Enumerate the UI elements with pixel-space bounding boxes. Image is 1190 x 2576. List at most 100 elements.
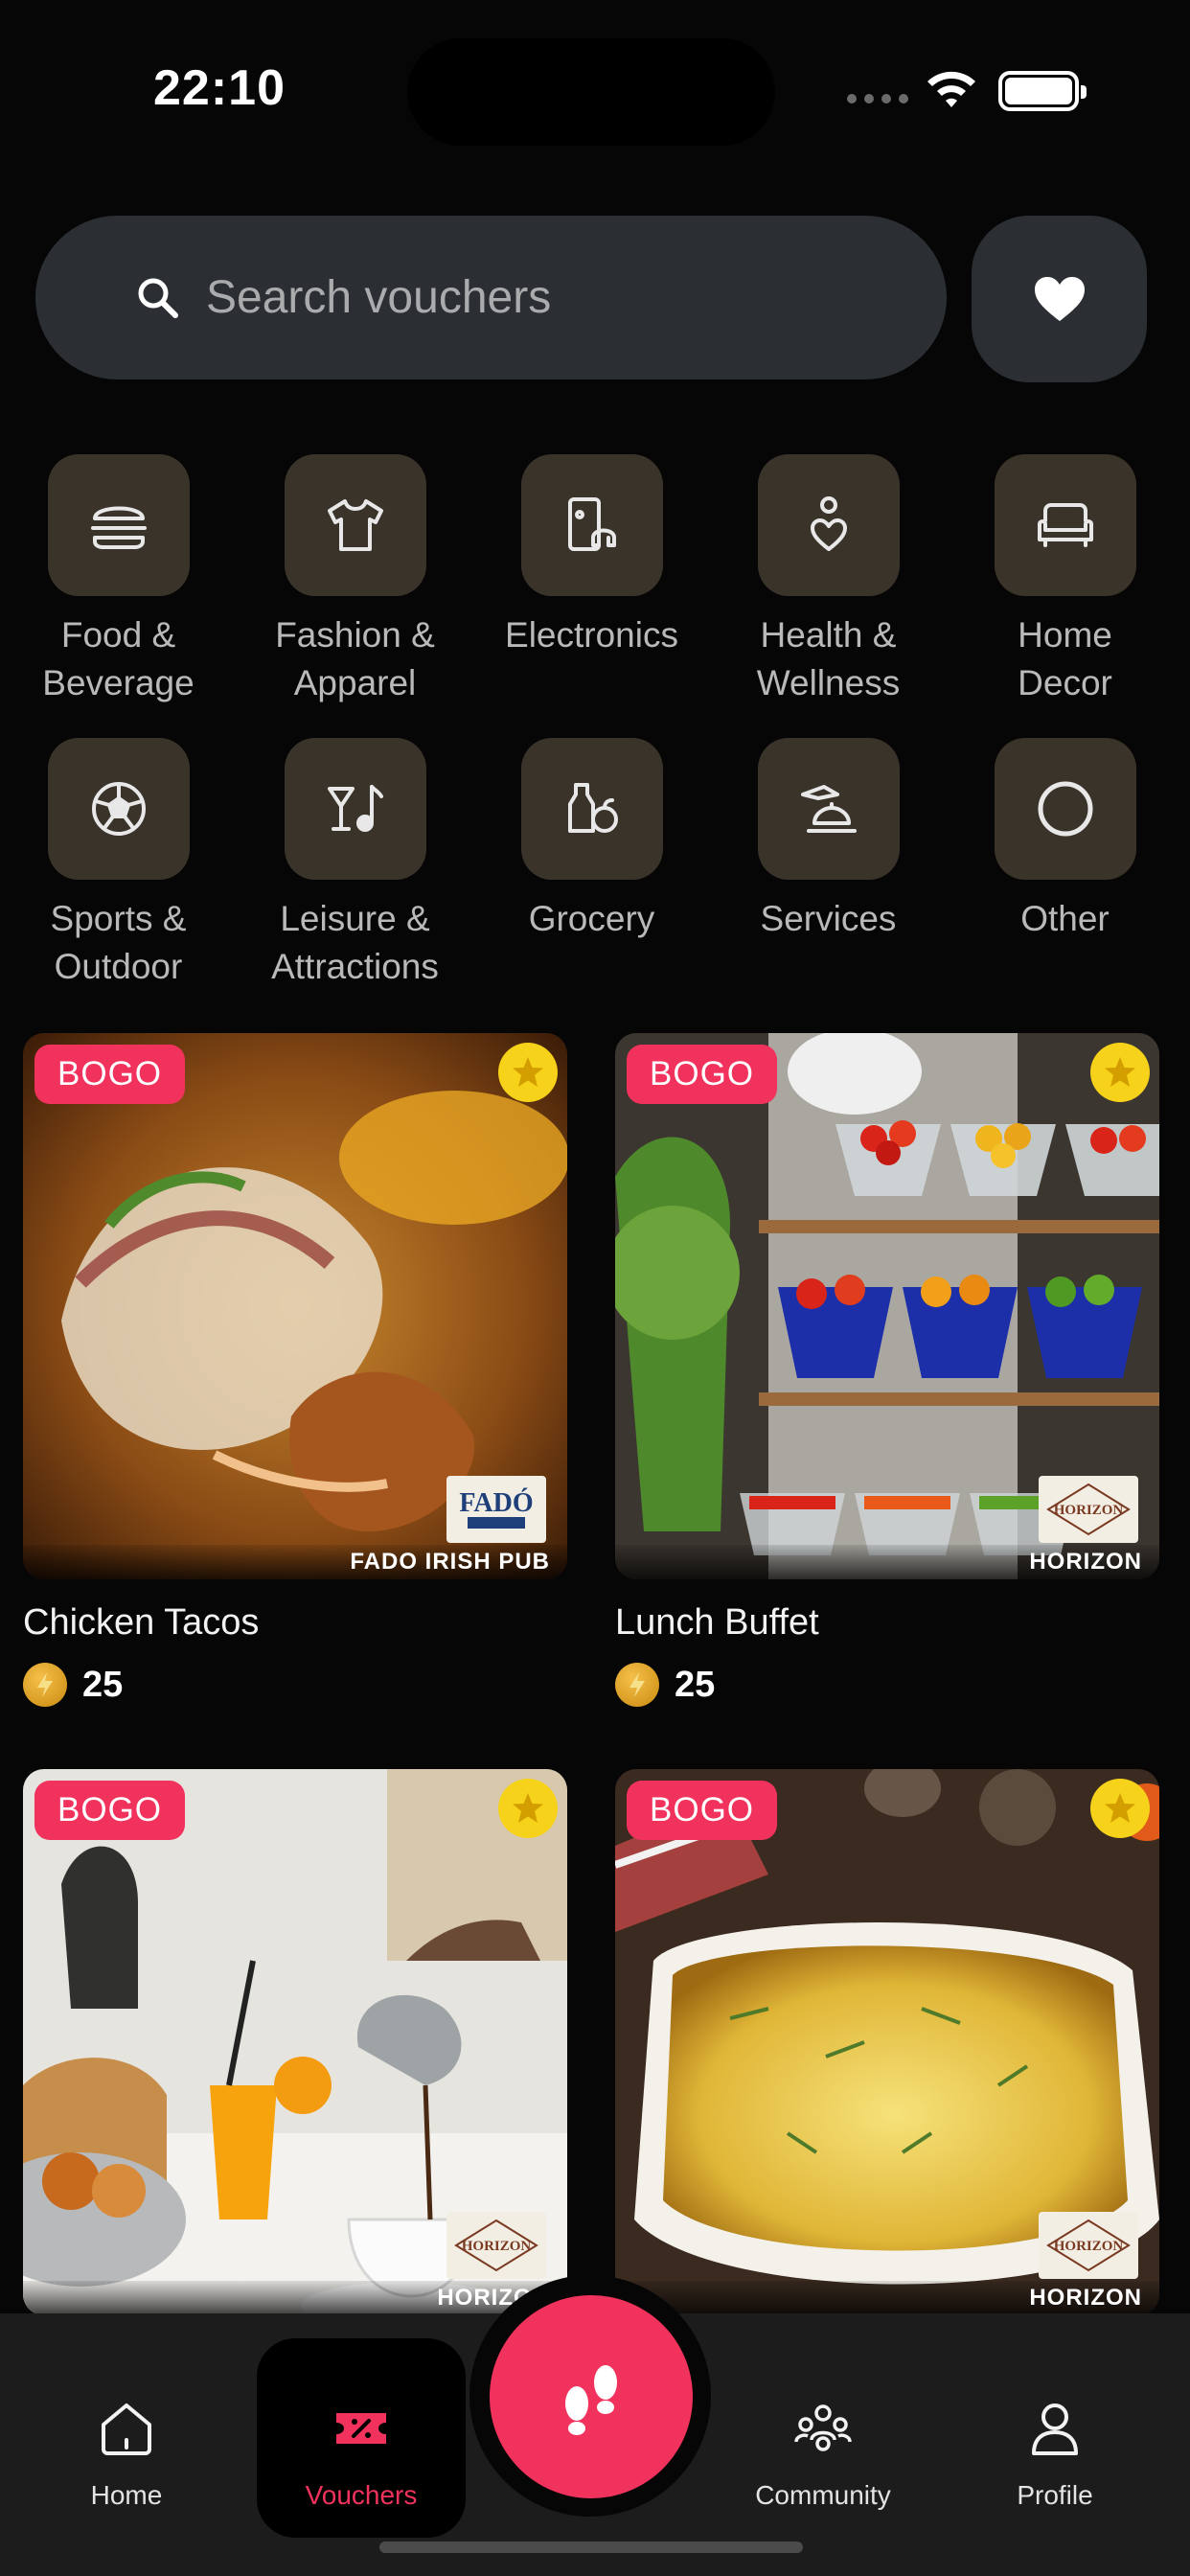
nav-home[interactable]: Home xyxy=(22,2338,231,2538)
category-tile[interactable] xyxy=(520,454,663,596)
battery-icon xyxy=(998,71,1087,111)
signal-icon xyxy=(847,94,908,104)
category-tile[interactable] xyxy=(757,454,900,596)
wellness-icon xyxy=(810,496,847,551)
category-leisure-attractions[interactable]: Leisure & Attractions xyxy=(237,738,473,991)
cocktail-music-icon xyxy=(327,785,383,832)
bogo-badge: BOGO xyxy=(627,1045,778,1104)
burger-icon xyxy=(90,506,147,549)
category-label: Home Decor xyxy=(1018,615,1112,702)
brand-name: HORIZON xyxy=(1029,1549,1142,1575)
search-bar[interactable] xyxy=(35,216,947,380)
bogo-badge: BOGO xyxy=(627,1781,778,1840)
brand-logo-text: HORIZON xyxy=(1054,1503,1124,1518)
search-icon xyxy=(138,278,178,318)
voucher-card[interactable]: BOGO HORIZON HORIZON Lunch Buffet 25 xyxy=(615,1033,1159,1707)
category-label: Food & Beverage xyxy=(42,615,195,702)
brand-logo: HORIZON xyxy=(1039,1476,1138,1543)
category-label: Leisure & Attractions xyxy=(271,899,439,986)
category-tile[interactable] xyxy=(284,738,426,880)
nav-label-vouchers: Vouchers xyxy=(305,2480,418,2510)
home-icon xyxy=(102,2404,151,2455)
category-tile[interactable] xyxy=(47,738,190,880)
brand-name: FADO IRISH PUB xyxy=(350,1549,550,1575)
nav-label-profile: Profile xyxy=(1017,2480,1093,2510)
category-sports-outdoor[interactable]: Sports & Outdoor xyxy=(0,738,237,991)
category-grocery[interactable]: Grocery xyxy=(473,738,710,943)
voucher-icon xyxy=(336,2413,386,2444)
nav-label-community: Community xyxy=(755,2480,891,2510)
brand-logo: HORIZON xyxy=(446,2212,546,2279)
price-value: 25 xyxy=(82,1664,124,1705)
tshirt-icon xyxy=(327,499,383,551)
footsteps-action-button[interactable] xyxy=(490,2295,693,2498)
wifi-icon xyxy=(927,71,975,107)
devices-icon xyxy=(567,497,616,551)
category-electronics[interactable]: Electronics xyxy=(473,454,710,659)
category-label: Services xyxy=(760,899,897,938)
category-label: Other xyxy=(1020,899,1110,938)
sofa-icon xyxy=(1037,503,1093,547)
category-label: Electronics xyxy=(505,615,678,655)
category-tile[interactable] xyxy=(47,454,190,596)
brand-logo: HORIZON xyxy=(1039,2212,1138,2279)
brand-name: HORIZON xyxy=(1029,2285,1142,2311)
category-tile[interactable] xyxy=(994,738,1136,880)
category-tile[interactable] xyxy=(284,454,426,596)
bogo-badge: BOGO xyxy=(34,1045,186,1104)
category-food-beverage[interactable]: Food & Beverage xyxy=(0,454,237,707)
category-tile[interactable] xyxy=(994,454,1136,596)
home-indicator xyxy=(379,2542,803,2553)
star-icon[interactable] xyxy=(498,1779,558,1838)
price-value: 25 xyxy=(675,1664,716,1705)
profile-icon xyxy=(1032,2404,1078,2455)
category-tile[interactable] xyxy=(520,738,663,880)
breakfast-photo[interactable]: BOGO HORIZON HORIZON xyxy=(23,1769,567,2315)
coin-icon xyxy=(615,1663,659,1707)
tacos-photo[interactable]: BOGO FADÓ FADO IRISH PUB xyxy=(23,1033,567,1579)
voucher-price: 25 xyxy=(615,1663,1159,1707)
star-icon[interactable] xyxy=(498,1043,558,1102)
brand-logo: FADÓ xyxy=(446,1476,546,1543)
voucher-title: Lunch Buffet xyxy=(615,1602,819,1643)
shepherds-pie-photo[interactable]: BOGO HORIZON HORIZON xyxy=(615,1769,1159,2315)
category-tile[interactable] xyxy=(757,738,900,880)
status-time: 22:10 xyxy=(153,60,286,116)
soccer-ball-icon xyxy=(91,782,146,836)
voucher-price: 25 xyxy=(23,1663,567,1707)
category-home-decor[interactable]: Home Decor xyxy=(947,454,1183,707)
star-icon[interactable] xyxy=(1090,1043,1150,1102)
circle-icon xyxy=(1038,781,1092,837)
buffet-photo[interactable]: BOGO HORIZON HORIZON xyxy=(615,1033,1159,1579)
heart-icon xyxy=(1034,277,1085,321)
footsteps-icon xyxy=(565,2365,617,2435)
nav-vouchers[interactable]: Vouchers xyxy=(257,2338,466,2538)
search-input[interactable] xyxy=(206,264,877,331)
category-other[interactable]: Other xyxy=(947,738,1183,943)
category-label: Health & Wellness xyxy=(756,615,901,702)
nav-label-home: Home xyxy=(90,2480,163,2510)
voucher-card[interactable]: BOGO FADÓ FADO IRISH PUB Chicken Tacos 2… xyxy=(23,1033,567,1707)
category-services[interactable]: Services xyxy=(710,738,947,943)
category-label: Grocery xyxy=(528,899,655,938)
nav-profile[interactable]: Profile xyxy=(950,2338,1159,2538)
voucher-card[interactable]: BOGO HORIZON HORIZON xyxy=(615,1769,1159,2315)
brand-logo-text: HORIZON xyxy=(462,2239,532,2254)
nav-community[interactable]: Community xyxy=(719,2338,927,2538)
star-icon[interactable] xyxy=(1090,1779,1150,1838)
favorites-button[interactable] xyxy=(972,216,1147,382)
service-bell-icon xyxy=(800,785,857,833)
category-health-wellness[interactable]: Health & Wellness xyxy=(710,454,947,707)
category-label: Fashion & Apparel xyxy=(275,615,435,702)
category-fashion-apparel[interactable]: Fashion & Apparel xyxy=(237,454,473,707)
coin-icon xyxy=(23,1663,67,1707)
voucher-card[interactable]: BOGO HORIZON HORIZON xyxy=(23,1769,567,2315)
brand-logo-text: HORIZON xyxy=(1054,2239,1124,2254)
grocery-icon xyxy=(567,783,618,833)
bogo-badge: BOGO xyxy=(34,1781,186,1840)
category-label: Sports & Outdoor xyxy=(50,899,187,986)
community-icon xyxy=(794,2404,852,2451)
dynamic-island xyxy=(407,38,775,146)
brand-logo-text: FADÓ xyxy=(459,1488,533,1518)
voucher-title: Chicken Tacos xyxy=(23,1602,260,1643)
